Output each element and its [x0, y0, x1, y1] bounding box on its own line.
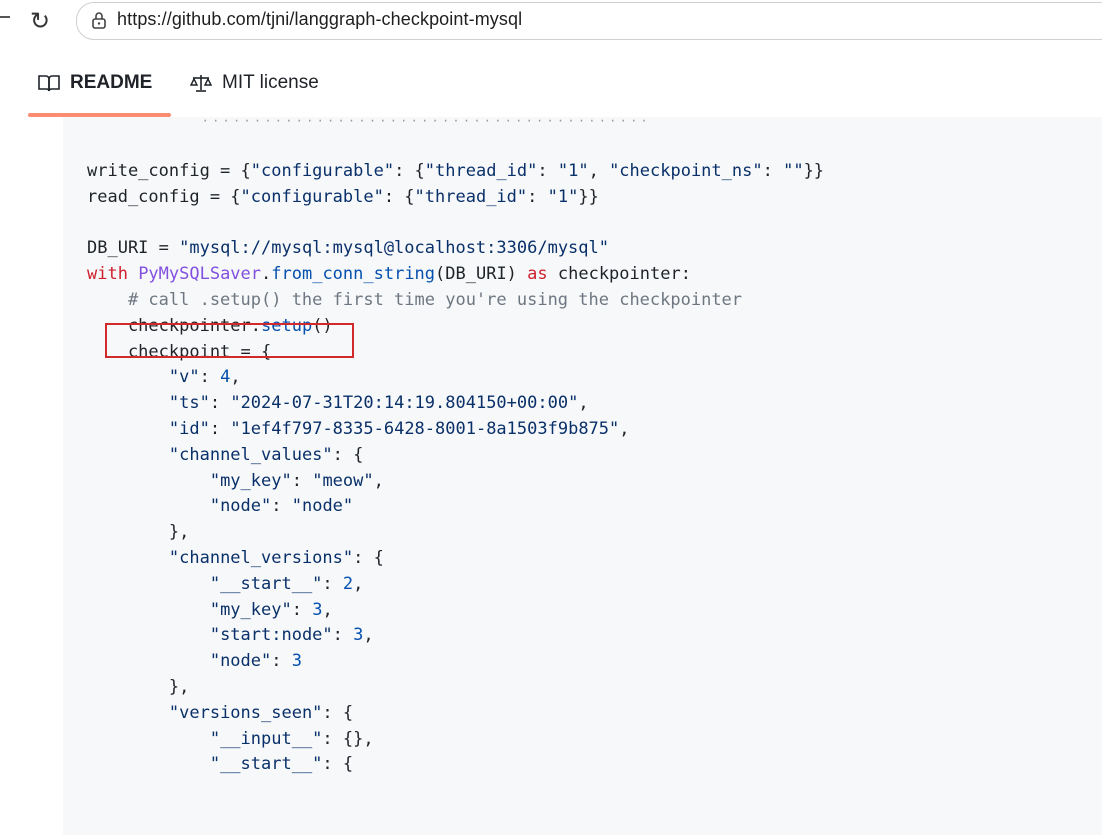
code-line: "channel_versions": { — [168, 547, 384, 568]
code-line: "my_key": "meow", — [209, 470, 384, 491]
back-arrow-icon[interactable] — [0, 16, 10, 18]
code-line: }, — [87, 676, 190, 697]
code-line: "__start__": { — [209, 754, 354, 775]
code-content: write_config = {"configurable": {"thread… — [87, 159, 824, 778]
tab-readme[interactable]: README — [38, 72, 152, 94]
setup-highlight-box — [105, 323, 354, 358]
code-line: "v": 4, — [168, 367, 241, 388]
site-info-icon[interactable] — [89, 10, 109, 30]
tab-license[interactable]: MIT license — [190, 72, 319, 94]
code-line: }, — [87, 522, 190, 543]
code-line: write_config = {"configurable": {"thread… — [87, 161, 825, 181]
code-line: "ts": "2024-07-31T20:14:19.804150+00:00"… — [168, 393, 589, 414]
code-line: "channel_values": { — [168, 444, 364, 465]
repo-file-tabs: README MIT license — [0, 62, 1102, 118]
code-line: "id": "1ef4f797-8335-6428-8001-8a1503f9b… — [168, 418, 630, 439]
code-line-comment: # call .setup() the first time you're us… — [87, 289, 743, 310]
browser-address-bar: ↻ https://github.com/tjni/langgraph-chec… — [0, 0, 1102, 48]
code-line: "versions_seen": { — [168, 702, 354, 723]
code-line: "__start__": 2, — [209, 573, 364, 594]
code-line: "node": 3 — [209, 651, 302, 672]
code-line: read_config = {"configurable": {"thread_… — [87, 186, 599, 207]
tab-license-label: MIT license — [222, 72, 319, 93]
scale-icon — [190, 75, 212, 92]
book-icon — [38, 75, 60, 92]
code-line: DB_URI = "mysql://mysql:mysql@localhost:… — [87, 238, 609, 259]
tab-readme-label: README — [70, 72, 153, 93]
url-text[interactable]: https://github.com/tjni/langgraph-checkp… — [117, 9, 522, 30]
code-line: "node": "node" — [209, 496, 354, 517]
reload-icon[interactable]: ↻ — [30, 8, 50, 36]
clipped-line-fragment: ‧‧‧‧‧‧‧‧‧‧‧‧‧‧‧‧‧‧‧‧‧‧‧‧‧‧‧‧‧‧‧‧‧‧‧‧‧‧‧‧… — [203, 117, 653, 129]
code-line: "__input__": {}, — [209, 728, 374, 749]
code-line: with PyMySQLSaver.from_conn_string(DB_UR… — [87, 264, 691, 285]
code-line: "start:node": 3, — [209, 625, 374, 646]
code-block: ‧‧‧‧‧‧‧‧‧‧‧‧‧‧‧‧‧‧‧‧‧‧‧‧‧‧‧‧‧‧‧‧‧‧‧‧‧‧‧‧… — [63, 117, 1102, 835]
code-line: "my_key": 3, — [209, 599, 333, 620]
